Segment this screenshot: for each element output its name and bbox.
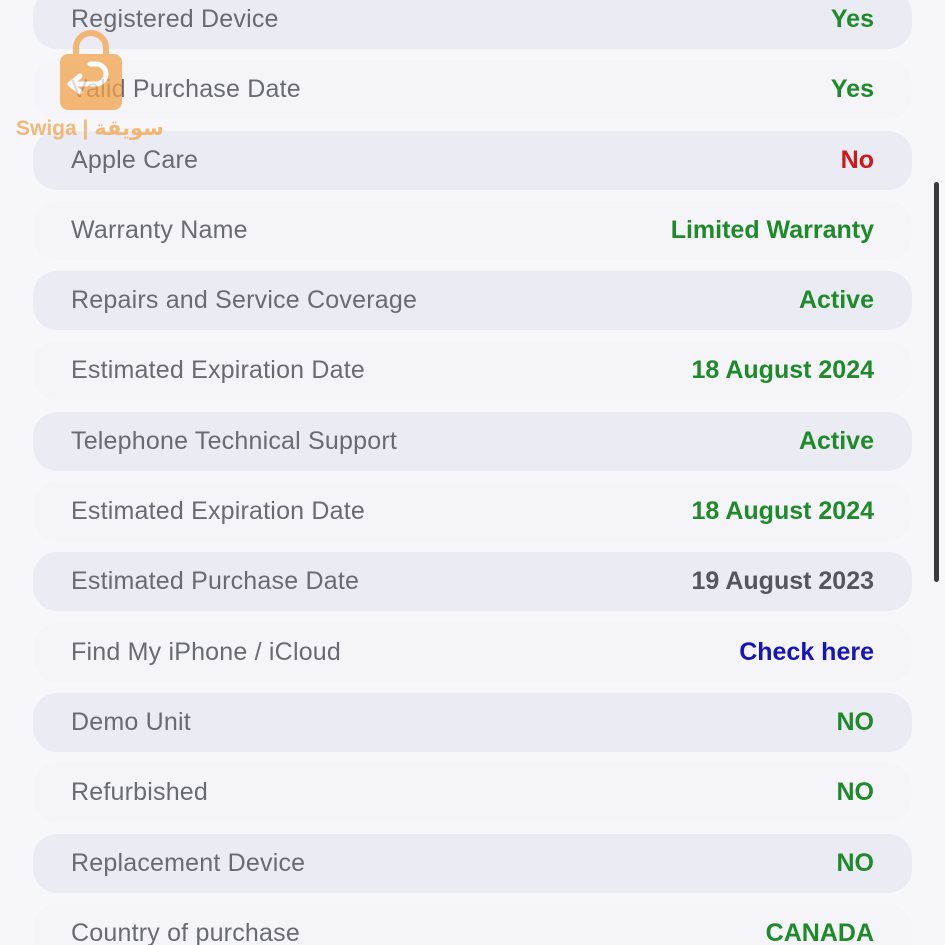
row-estimated-expiration-date-support: Estimated Expiration Date 18 August 2024 [33,482,912,542]
row-label: Find My iPhone / iCloud [71,637,342,666]
row-estimated-purchase-date: Estimated Purchase Date 19 August 2023 [33,552,912,612]
row-label: Repairs and Service Coverage [71,286,418,315]
row-find-my-iphone: Find My iPhone / iCloud Check here [33,622,912,682]
row-value: 18 August 2024 [691,356,874,385]
row-value: CANADA [765,918,874,945]
row-warranty-name: Warranty Name Limited Warranty [33,200,912,260]
row-label: Refurbished [71,778,209,807]
row-value: No [840,145,874,174]
row-repairs-service-coverage: Repairs and Service Coverage Active [33,271,912,331]
row-estimated-expiration-date: Estimated Expiration Date 18 August 2024 [33,341,912,401]
row-valid-purchase-date: Valid Purchase Date Yes [33,60,912,120]
row-label: Registered Device [71,5,279,33]
row-registered-device: Registered Device Yes [33,0,912,49]
row-value: Yes [830,75,874,104]
row-value: Yes [830,5,874,33]
row-apple-care: Apple Care No [33,130,912,190]
row-label: Replacement Device [71,848,306,877]
row-value: Limited Warranty [670,215,874,244]
row-label: Warranty Name [71,215,248,244]
row-telephone-technical-support: Telephone Technical Support Active [33,411,912,471]
warranty-info-list: Registered Device Yes Valid Purchase Dat… [33,0,912,945]
row-value: Active [798,286,874,315]
row-value: 18 August 2024 [691,497,874,526]
row-label: Telephone Technical Support [71,426,398,455]
row-country-of-purchase: Country of purchase CANADA [33,903,912,945]
row-label: Estimated Expiration Date [71,356,366,385]
row-demo-unit: Demo Unit NO [33,692,912,752]
row-label: Apple Care [71,145,199,174]
row-label: Demo Unit [71,707,191,736]
row-label: Estimated Purchase Date [71,567,360,596]
row-label: Country of purchase [71,918,300,945]
row-value: NO [836,848,875,877]
row-replacement-device: Replacement Device NO [33,833,912,893]
check-here-link[interactable]: Check here [739,638,874,667]
row-value: 19 August 2023 [691,567,874,596]
row-label: Valid Purchase Date [71,75,301,104]
row-value: Active [798,426,874,455]
row-value: NO [836,778,875,807]
row-refurbished: Refurbished NO [33,763,912,823]
vertical-scrollbar[interactable] [934,182,939,582]
row-value: NO [836,707,875,736]
row-label: Estimated Expiration Date [71,497,366,526]
warranty-details-page: Registered Device Yes Valid Purchase Dat… [0,0,945,945]
